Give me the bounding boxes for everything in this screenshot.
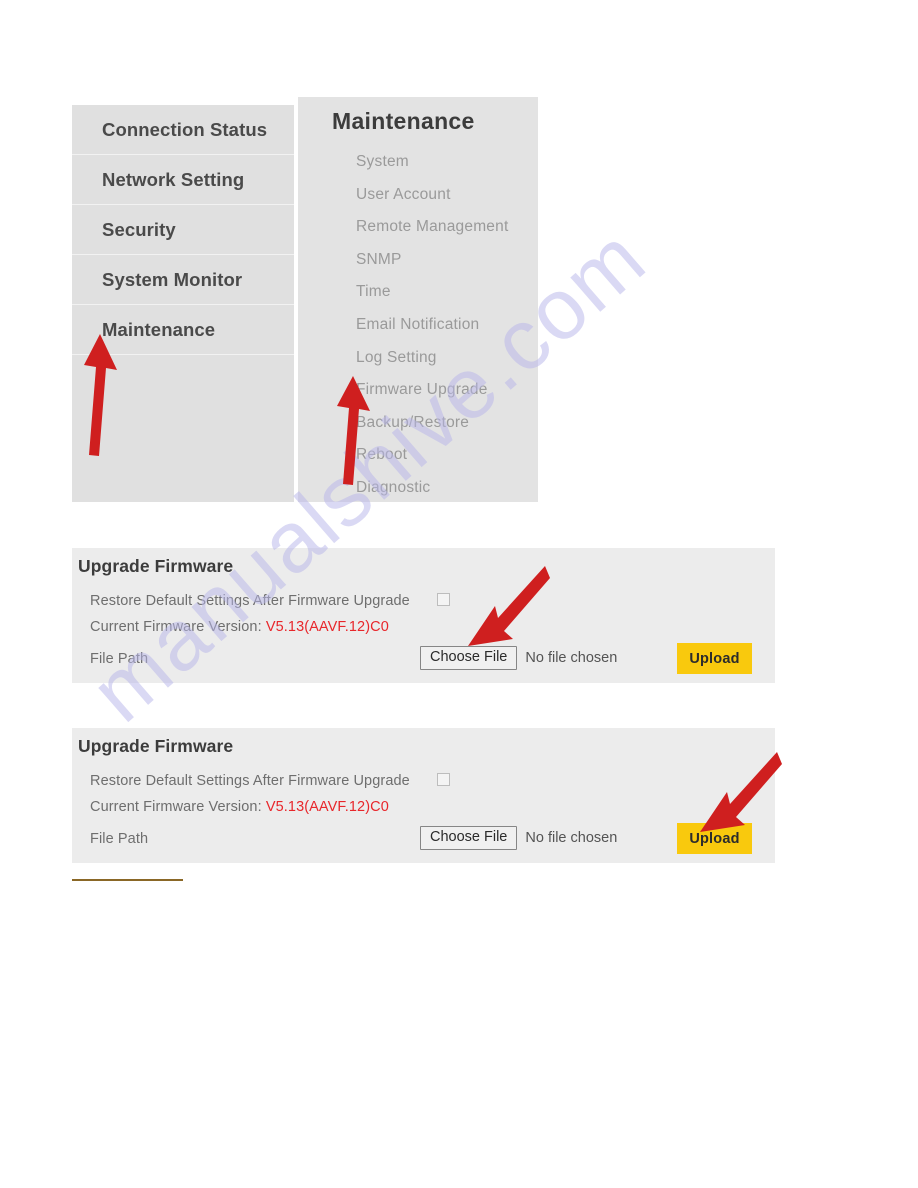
sidebar-item-label: System Monitor bbox=[102, 269, 243, 290]
upgrade-firmware-panel-top: Upgrade Firmware Restore Default Setting… bbox=[72, 548, 775, 683]
file-picker-control: Choose File No file chosen bbox=[420, 826, 617, 850]
submenu-item-label: Firmware Upgrade bbox=[356, 381, 488, 399]
panel-title: Upgrade Firmware bbox=[78, 556, 234, 576]
submenu-item-user-account[interactable]: User Account bbox=[356, 179, 536, 212]
submenu-item-snmp[interactable]: SNMP bbox=[356, 244, 536, 277]
sidebar-item-label: Connection Status bbox=[102, 119, 268, 140]
submenu-item-label: Diagnostic bbox=[356, 478, 431, 496]
sidebar-item-connection-status[interactable]: Connection Status bbox=[72, 105, 294, 155]
sidebar-item-maintenance[interactable]: Maintenance bbox=[72, 305, 294, 355]
submenu-item-label: SNMP bbox=[356, 250, 402, 268]
submenu-item-time[interactable]: Time bbox=[356, 276, 536, 309]
submenu-item-log-setting[interactable]: Log Setting bbox=[356, 342, 536, 375]
submenu-item-label: Backup/Restore bbox=[356, 413, 470, 431]
file-picker-control: Choose File No file chosen bbox=[420, 646, 617, 670]
sidebar-item-network-setting[interactable]: Network Setting bbox=[72, 155, 294, 205]
upload-button[interactable]: Upload bbox=[677, 823, 752, 854]
submenu-item-backup-restore[interactable]: Backup/Restore bbox=[356, 407, 536, 440]
current-firmware-version-label: Current Firmware Version: bbox=[90, 619, 266, 635]
submenu-item-label: System bbox=[356, 153, 409, 170]
upload-button[interactable]: Upload bbox=[677, 643, 752, 674]
choose-file-button[interactable]: Choose File bbox=[420, 826, 518, 850]
sidebar-item-system-monitor[interactable]: System Monitor bbox=[72, 255, 294, 305]
file-path-label: File Path bbox=[90, 651, 149, 667]
chosen-file-name: No file chosen bbox=[525, 830, 618, 846]
submenu-item-email-notification[interactable]: Email Notification bbox=[356, 309, 536, 342]
bottom-divider bbox=[72, 879, 183, 881]
chosen-file-name: No file chosen bbox=[525, 650, 618, 666]
current-firmware-version-value: V5.13(AAVF.12)C0 bbox=[265, 619, 389, 635]
panel-title: Upgrade Firmware bbox=[78, 736, 234, 756]
submenu-list: System User Account Remote Management SN… bbox=[356, 146, 536, 505]
sidebar-item-security[interactable]: Security bbox=[72, 205, 294, 255]
maintenance-submenu-panel: Maintenance System User Account Remote M… bbox=[298, 97, 538, 502]
submenu-title: Maintenance bbox=[332, 108, 475, 134]
sidebar-item-label: Network Setting bbox=[102, 169, 245, 190]
sidebar-empty-area bbox=[72, 355, 294, 502]
current-firmware-version-label: Current Firmware Version: bbox=[90, 799, 266, 815]
submenu-item-firmware-upgrade[interactable]: Firmware Upgrade bbox=[356, 374, 536, 407]
submenu-item-label: Log Setting bbox=[356, 348, 437, 366]
submenu-item-label: User Account bbox=[356, 185, 451, 203]
current-firmware-version-value: V5.13(AAVF.12)C0 bbox=[265, 799, 389, 815]
sidebar-item-label: Security bbox=[102, 219, 176, 240]
submenu-item-reboot[interactable]: Reboot bbox=[356, 439, 536, 472]
current-firmware-version-row: Current Firmware Version: V5.13(AAVF.12)… bbox=[90, 619, 389, 635]
submenu-item-label: Time bbox=[356, 283, 391, 301]
restore-default-label: Restore Default Settings After Firmware … bbox=[90, 773, 410, 789]
current-firmware-version-row: Current Firmware Version: V5.13(AAVF.12)… bbox=[90, 799, 389, 815]
upgrade-firmware-panel-bottom: Upgrade Firmware Restore Default Setting… bbox=[72, 728, 775, 863]
submenu-item-diagnostic[interactable]: Diagnostic bbox=[356, 472, 536, 505]
main-navigation-panel: Connection Status Network Setting Securi… bbox=[72, 105, 294, 502]
submenu-item-label: Remote Management bbox=[356, 218, 509, 236]
file-path-label: File Path bbox=[90, 831, 149, 847]
submenu-item-system[interactable]: System bbox=[356, 146, 536, 179]
submenu-item-label: Reboot bbox=[356, 446, 408, 464]
submenu-item-label: Email Notification bbox=[356, 315, 480, 333]
restore-default-label: Restore Default Settings After Firmware … bbox=[90, 593, 410, 609]
restore-default-checkbox[interactable] bbox=[437, 593, 450, 606]
sidebar-item-label: Maintenance bbox=[102, 319, 216, 340]
restore-default-checkbox[interactable] bbox=[437, 773, 450, 786]
choose-file-button[interactable]: Choose File bbox=[420, 646, 518, 670]
submenu-item-remote-management[interactable]: Remote Management bbox=[356, 211, 536, 244]
